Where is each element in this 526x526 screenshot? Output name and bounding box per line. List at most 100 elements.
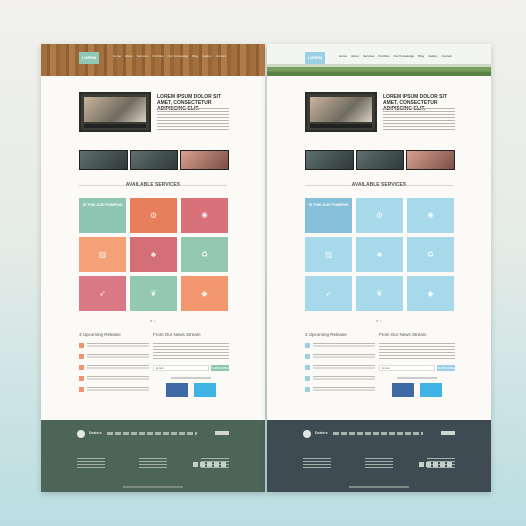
- list-item[interactable]: [79, 354, 149, 359]
- social-icon[interactable]: [200, 462, 205, 467]
- leaf-icon: ❦: [376, 289, 383, 298]
- social-icon[interactable]: [447, 462, 452, 467]
- nav-item[interactable]: Our Knowledge: [393, 54, 414, 58]
- list-item[interactable]: [305, 365, 375, 370]
- footer-badge[interactable]: [441, 431, 455, 435]
- service-tile[interactable]: ⚙: [356, 198, 403, 233]
- service-tile[interactable]: ⚙: [130, 198, 177, 233]
- social-icon[interactable]: [419, 462, 424, 467]
- footer-logo-icon: [303, 430, 311, 438]
- list-item[interactable]: [305, 387, 375, 392]
- service-tile[interactable]: ♻: [407, 237, 454, 272]
- service-tile[interactable]: ➶: [305, 276, 352, 311]
- video-controls[interactable]: [84, 124, 146, 128]
- service-tile[interactable]: ❦: [356, 276, 403, 311]
- nav-item[interactable]: Portfolio: [378, 54, 389, 58]
- facebook-button[interactable]: [392, 383, 414, 397]
- nav-item[interactable]: Contact: [216, 54, 226, 58]
- list-item[interactable]: [305, 354, 375, 359]
- follow-text: [171, 377, 211, 379]
- list-item[interactable]: [79, 343, 149, 348]
- tile-title: IS THIS JUST PUMPING: [83, 203, 123, 207]
- news-title: From Our News Stream: [379, 332, 427, 337]
- service-tile[interactable]: ✺: [407, 198, 454, 233]
- slide-thumb[interactable]: [305, 150, 354, 170]
- slide-thumb[interactable]: [79, 150, 128, 170]
- service-tile[interactable]: ◆: [181, 276, 228, 311]
- header-wood: LOREM Home About Services Portfolio Our …: [41, 44, 265, 76]
- subscribe-button[interactable]: SUBSCRIBE: [211, 365, 229, 371]
- gear-icon: ⚙: [375, 211, 384, 220]
- upcoming-releases: 3 Upcoming Release: [79, 332, 149, 398]
- footer-social: [193, 462, 226, 467]
- logo[interactable]: LOREM: [305, 52, 325, 64]
- news-text: [153, 343, 229, 361]
- list-item[interactable]: [79, 365, 149, 370]
- video-player[interactable]: [305, 92, 377, 132]
- logo[interactable]: LOREM: [79, 52, 99, 64]
- service-tile[interactable]: ➶: [79, 276, 126, 311]
- email-field[interactable]: [379, 365, 435, 371]
- service-tile-featured[interactable]: IS THIS JUST PUMPING: [305, 198, 352, 233]
- nav-item[interactable]: Gallery: [428, 54, 438, 58]
- footer-badge[interactable]: [215, 431, 229, 435]
- pagination-dots[interactable]: ● ○: [41, 318, 265, 323]
- service-tile[interactable]: ◆: [407, 276, 454, 311]
- pagination-dots[interactable]: ● ○: [267, 318, 491, 323]
- social-icon[interactable]: [221, 462, 226, 467]
- upcoming-title: 3 Upcoming Release: [305, 332, 347, 337]
- service-tile[interactable]: ▥: [79, 237, 126, 272]
- social-buttons: [153, 383, 229, 397]
- service-tile[interactable]: ♻: [181, 237, 228, 272]
- nav-item[interactable]: Contact: [442, 54, 452, 58]
- social-buttons: [379, 383, 455, 397]
- facebook-button[interactable]: [166, 383, 188, 397]
- social-icon[interactable]: [440, 462, 445, 467]
- social-icon[interactable]: [193, 462, 198, 467]
- divider: [179, 185, 227, 186]
- nav-item[interactable]: About: [125, 54, 133, 58]
- slide-thumb[interactable]: [129, 150, 179, 170]
- settings-icon: ✺: [201, 211, 208, 220]
- service-tile[interactable]: ▥: [305, 237, 352, 272]
- video-controls[interactable]: [310, 124, 372, 128]
- news-stream: From Our News Stream SUBSCRIBE: [379, 332, 455, 397]
- slide-thumb[interactable]: [406, 150, 456, 170]
- services-grid: IS THIS JUST PUMPING ⚙ ✺ ▥ ♣ ♻ ➶ ❦ ◆: [79, 198, 228, 311]
- footer: Dealers: [267, 420, 491, 492]
- list-item[interactable]: [305, 343, 375, 348]
- twitter-button[interactable]: [194, 383, 216, 397]
- service-tile-featured[interactable]: IS THIS JUST PUMPING: [79, 198, 126, 233]
- list-item[interactable]: [79, 387, 149, 392]
- service-tile[interactable]: ✺: [181, 198, 228, 233]
- video-player[interactable]: [79, 92, 151, 132]
- nav-item[interactable]: Home: [113, 54, 121, 58]
- nav-item[interactable]: About: [351, 54, 359, 58]
- twitter-button[interactable]: [420, 383, 442, 397]
- social-icon[interactable]: [214, 462, 219, 467]
- main-nav: Home About Services Portfolio Our Knowle…: [339, 54, 452, 58]
- service-tile[interactable]: ❦: [130, 276, 177, 311]
- nav-item[interactable]: Services: [137, 54, 149, 58]
- email-field[interactable]: [153, 365, 209, 371]
- subscribe-button[interactable]: SUBSCRIBE: [437, 365, 455, 371]
- rocket-icon: ➶: [99, 289, 106, 298]
- settings-icon: ✺: [427, 211, 434, 220]
- slider-thumbnails: [305, 150, 456, 170]
- nav-item[interactable]: Our Knowledge: [167, 54, 188, 58]
- nav-item[interactable]: Home: [339, 54, 347, 58]
- service-tile[interactable]: ♣: [130, 237, 177, 272]
- service-tile[interactable]: ♣: [356, 237, 403, 272]
- list-item[interactable]: [79, 376, 149, 381]
- nav-item[interactable]: Gallery: [202, 54, 212, 58]
- nav-item[interactable]: Portfolio: [152, 54, 163, 58]
- social-icon[interactable]: [433, 462, 438, 467]
- nav-item[interactable]: Services: [363, 54, 375, 58]
- slide-thumb[interactable]: [180, 150, 230, 170]
- nav-item[interactable]: Blog: [418, 54, 424, 58]
- slide-thumb[interactable]: [355, 150, 405, 170]
- list-item[interactable]: [305, 376, 375, 381]
- social-icon[interactable]: [207, 462, 212, 467]
- social-icon[interactable]: [426, 462, 431, 467]
- nav-item[interactable]: Blog: [192, 54, 198, 58]
